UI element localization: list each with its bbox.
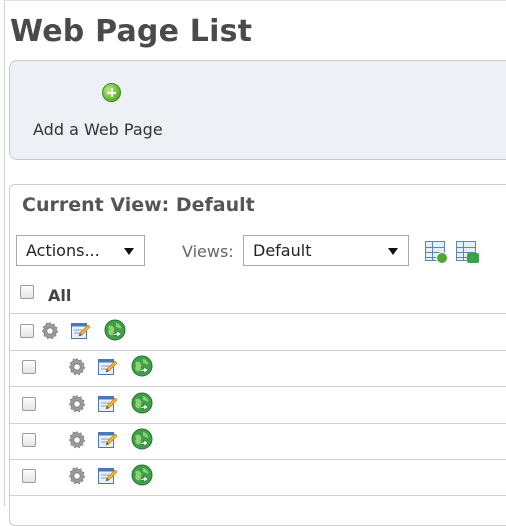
row-divider — [10, 350, 506, 351]
views-dropdown-value: Default — [253, 241, 312, 260]
add-circle-icon — [102, 83, 121, 102]
settings-gear-icon[interactable] — [67, 394, 87, 414]
settings-gear-icon[interactable] — [67, 466, 87, 486]
settings-gear-icon[interactable] — [40, 321, 60, 341]
settings-gear-icon[interactable] — [67, 357, 87, 377]
add-web-page-button[interactable]: Add a Web Page — [32, 79, 182, 145]
switch-view-icon[interactable] — [456, 241, 479, 263]
row-checkbox[interactable] — [20, 324, 34, 338]
view-page-globe-icon[interactable] — [131, 392, 153, 414]
row-divider — [10, 459, 506, 460]
select-all-label: All — [48, 286, 72, 305]
actions-dropdown[interactable]: Actions... — [16, 235, 145, 266]
page-title: Web Page List — [10, 14, 253, 49]
row-divider — [10, 423, 506, 424]
row-checkbox[interactable] — [22, 433, 36, 447]
views-label: Views: — [182, 242, 234, 261]
select-all-checkbox[interactable] — [20, 285, 34, 299]
row-checkbox[interactable] — [22, 397, 36, 411]
row-divider — [10, 495, 506, 496]
view-page-globe-icon[interactable] — [104, 319, 126, 341]
edit-page-icon[interactable] — [71, 321, 91, 340]
view-page-globe-icon[interactable] — [131, 428, 153, 450]
row-divider — [10, 313, 506, 314]
views-dropdown[interactable]: Default — [243, 235, 409, 266]
edit-page-icon[interactable] — [98, 466, 118, 485]
row-checkbox[interactable] — [22, 469, 36, 483]
add-web-page-label: Add a Web Page — [33, 120, 163, 139]
window-top-border — [4, 0, 506, 1]
row-checkbox[interactable] — [22, 360, 36, 374]
edit-page-icon[interactable] — [98, 430, 118, 449]
settings-gear-icon[interactable] — [67, 430, 87, 450]
chevron-down-icon — [124, 248, 134, 255]
row-divider — [10, 386, 506, 387]
window-left-border — [4, 0, 5, 506]
action-toolbar: Add a Web Page — [9, 60, 506, 160]
edit-page-icon[interactable] — [98, 357, 118, 376]
view-page-globe-icon[interactable] — [131, 464, 153, 486]
add-view-icon[interactable] — [425, 241, 448, 264]
edit-page-icon[interactable] — [98, 394, 118, 413]
chevron-down-icon — [388, 248, 398, 255]
actions-dropdown-value: Actions... — [26, 241, 100, 260]
current-view-title: Current View: Default — [22, 194, 255, 216]
view-page-globe-icon[interactable] — [131, 355, 153, 377]
